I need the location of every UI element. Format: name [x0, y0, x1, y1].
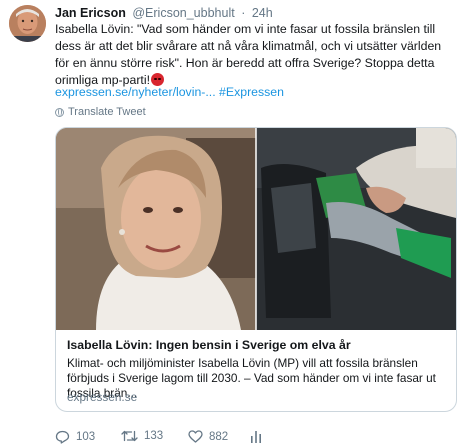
retweet-icon	[121, 430, 138, 442]
reply-button[interactable]: 103	[55, 430, 95, 444]
link-card[interactable]: Isabella Lövin: Ingen bensin i Sverige o…	[55, 127, 457, 412]
article-link[interactable]: expressen.se/nyheter/lovin-...	[55, 85, 216, 99]
retweet-button[interactable]: 133	[121, 430, 163, 442]
portrait-photo	[56, 128, 256, 330]
card-images	[56, 128, 456, 330]
author-name[interactable]: Jan Ericson	[55, 6, 126, 20]
card-domain: expressen.se	[67, 390, 138, 404]
avatar-image	[9, 5, 46, 42]
card-image	[56, 128, 456, 330]
hashtag-link[interactable]: #Expressen	[219, 85, 284, 99]
reply-icon	[55, 430, 70, 444]
avatar[interactable]	[9, 5, 46, 42]
globe-icon	[55, 107, 64, 117]
tweet: Jan Ericson @Ericson_ubbhult · 24h Isabe…	[0, 0, 464, 448]
translate-tweet[interactable]: Translate Tweet	[55, 106, 146, 118]
analytics-icon	[251, 431, 261, 443]
tweet-text: Isabella Lövin: "Vad som händer om vi in…	[55, 21, 457, 89]
tweet-text-content: Isabella Lövin: "Vad som händer om vi in…	[55, 22, 442, 87]
tweet-timestamp[interactable]: 24h	[252, 6, 273, 20]
card-title[interactable]: Isabella Lövin: Ingen bensin i Sverige o…	[67, 338, 351, 352]
translate-label[interactable]: Translate Tweet	[68, 106, 146, 118]
tweet-header: Jan Ericson @Ericson_ubbhult · 24h	[55, 6, 273, 20]
like-button[interactable]: 882	[188, 430, 228, 443]
fuel-nozzle-photo	[256, 128, 456, 330]
separator-dot: ·	[241, 6, 246, 20]
like-icon	[188, 430, 203, 443]
tweet-links: expressen.se/nyheter/lovin-... #Expresse…	[55, 85, 284, 99]
retweet-count: 133	[144, 430, 164, 442]
like-count: 882	[209, 430, 229, 443]
reply-count: 103	[76, 431, 96, 443]
author-handle[interactable]: @Ericson_ubbhult	[132, 6, 234, 20]
analytics-button[interactable]	[250, 430, 262, 443]
